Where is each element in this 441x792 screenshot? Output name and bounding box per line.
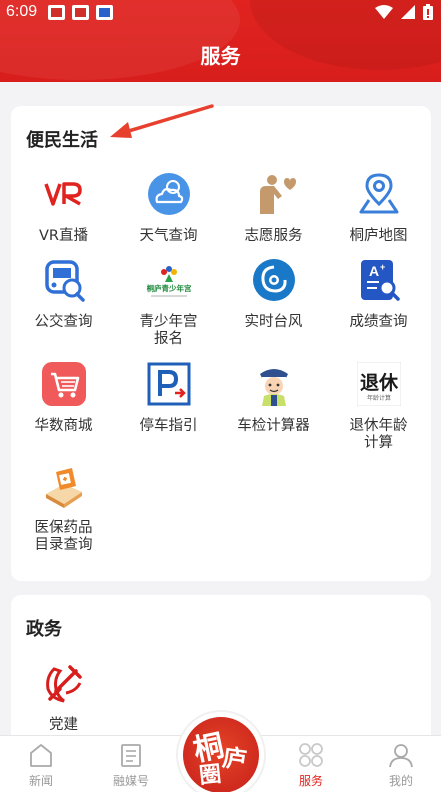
nav-item-mine[interactable]: 我的 bbox=[366, 736, 436, 789]
traffic-police-icon bbox=[252, 362, 296, 406]
section-title-gov: 政务 bbox=[26, 619, 62, 640]
user-icon bbox=[388, 742, 414, 768]
service-label: 医保药品目录查询 bbox=[34, 520, 93, 553]
score-search-icon: A + bbox=[357, 258, 401, 302]
service-parking-guide[interactable]: 停车指引 bbox=[116, 362, 221, 435]
shopping-cart-icon bbox=[41, 362, 86, 406]
service-label: 成绩查询 bbox=[349, 314, 408, 330]
logo-char: 圈 bbox=[197, 760, 223, 790]
weather-cloud-icon bbox=[147, 172, 191, 216]
service-label: 车检计算器 bbox=[237, 418, 310, 434]
service-vr-live[interactable]: VR直播 bbox=[11, 172, 116, 245]
youth-palace-logo-text: 桐庐青少年宫 bbox=[147, 283, 191, 293]
status-notification-icons bbox=[48, 5, 113, 20]
notification-app-icon bbox=[72, 5, 89, 20]
annotation-arrow bbox=[110, 104, 214, 138]
tonglu-logo: 桐 庐 圈 bbox=[183, 717, 259, 792]
service-label: VR直播 bbox=[39, 228, 88, 244]
service-label: 桐庐地图 bbox=[349, 228, 408, 244]
service-label: 华数商城 bbox=[34, 418, 93, 434]
signal-icon bbox=[401, 5, 415, 19]
nav-item-services[interactable]: 服务 bbox=[276, 736, 346, 789]
section-title-life: 便民生活 bbox=[26, 130, 98, 151]
nav-label: 融媒号 bbox=[112, 774, 149, 788]
svg-text:+: + bbox=[380, 262, 385, 272]
service-label: 志愿服务 bbox=[244, 228, 303, 244]
vr-icon bbox=[42, 172, 86, 216]
svg-text:A: A bbox=[369, 263, 379, 279]
medicine-icon bbox=[42, 464, 86, 508]
service-vehicle-inspection[interactable]: 车检计算器 bbox=[221, 362, 326, 435]
service-weather[interactable]: 天气查询 bbox=[116, 172, 221, 245]
service-label: 党建 bbox=[49, 717, 78, 733]
retirement-icon-subtext: 年龄计算 bbox=[366, 394, 390, 402]
status-bar: 6:09 bbox=[0, 0, 441, 26]
service-party-building[interactable]: 党建 bbox=[11, 661, 116, 734]
typhoon-icon bbox=[252, 258, 296, 302]
map-pin-icon bbox=[357, 172, 401, 216]
services-grid-icon bbox=[298, 742, 324, 768]
life-services-card: 便民生活 VR直播 天气查询 志愿服务 桐庐地图 公交查询 桐庐青少年宫 青少年… bbox=[11, 106, 431, 581]
service-bus-query[interactable]: 公交查询 bbox=[11, 258, 116, 331]
nav-label: 新闻 bbox=[28, 774, 53, 788]
nav-label: 我的 bbox=[388, 774, 413, 788]
youth-palace-icon: 桐庐青少年宫 bbox=[146, 258, 191, 302]
notification-app-icon bbox=[96, 5, 113, 20]
retirement-icon-text: 退休 bbox=[359, 372, 398, 394]
volunteer-icon bbox=[252, 172, 296, 216]
tonglu-logo-button[interactable]: 桐 庐 圈 bbox=[178, 712, 264, 792]
home-icon bbox=[28, 742, 54, 768]
service-medical-insurance-drugs[interactable]: 医保药品目录查询 bbox=[11, 464, 116, 554]
service-score-query[interactable]: A + 成绩查询 bbox=[326, 258, 431, 331]
nav-item-news[interactable]: 新闻 bbox=[6, 736, 76, 789]
service-huashu-mall[interactable]: 华数商城 bbox=[11, 362, 116, 435]
service-youth-palace[interactable]: 桐庐青少年宫 青少年宫报名 bbox=[116, 258, 221, 348]
battery-icon bbox=[423, 4, 433, 20]
service-label: 天气查询 bbox=[139, 228, 198, 244]
top-header: 6:09 服务 bbox=[0, 0, 441, 82]
notification-app-icon bbox=[48, 5, 65, 20]
service-label: 停车指引 bbox=[139, 418, 198, 434]
parking-icon bbox=[147, 362, 191, 406]
page-title: 服务 bbox=[200, 44, 241, 68]
media-doc-icon bbox=[118, 742, 144, 768]
service-retirement-age[interactable]: 退休 年龄计算 退休年龄计算 bbox=[326, 361, 431, 452]
service-typhoon[interactable]: 实时台风 bbox=[221, 258, 326, 331]
nav-item-media[interactable]: 融媒号 bbox=[96, 736, 166, 789]
status-time: 6:09 bbox=[6, 3, 38, 20]
wifi-icon bbox=[375, 5, 393, 19]
service-label: 实时台风 bbox=[244, 314, 303, 330]
nav-label: 服务 bbox=[298, 774, 323, 788]
service-volunteer[interactable]: 志愿服务 bbox=[221, 172, 326, 245]
service-label: 退休年龄计算 bbox=[349, 418, 408, 451]
bus-search-icon bbox=[42, 258, 86, 302]
retirement-icon: 退休 年龄计算 bbox=[356, 361, 401, 407]
party-emblem-icon bbox=[42, 661, 86, 705]
service-label: 青少年宫报名 bbox=[139, 314, 198, 347]
logo-char: 庐 bbox=[220, 742, 249, 775]
status-indicators bbox=[375, 4, 433, 20]
service-label: 公交查询 bbox=[34, 314, 93, 330]
service-tonglu-map[interactable]: 桐庐地图 bbox=[326, 172, 431, 245]
